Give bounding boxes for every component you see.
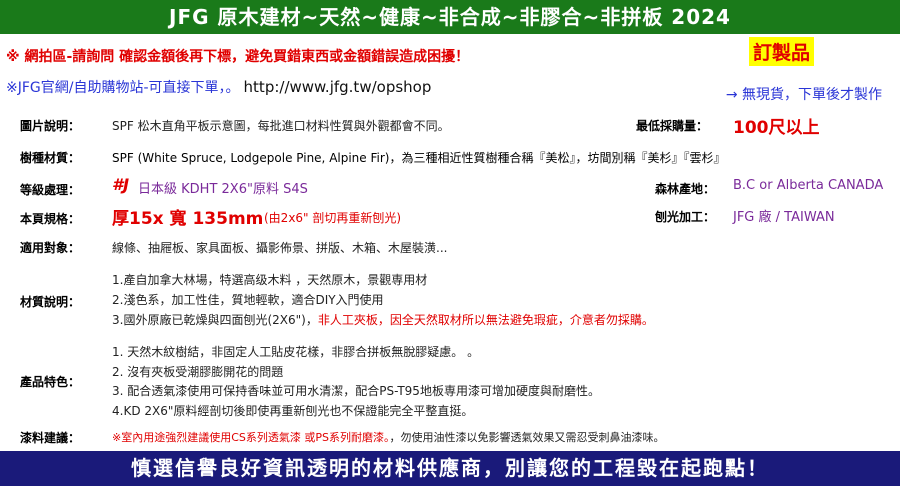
size-note: (由2x6" 剖切再重新刨光): [264, 211, 402, 225]
material-line-1: 1.產自加拿大林場，特選高级木料 ，天然原木，景觀専用材: [112, 273, 428, 287]
feature-line-4: 4.KD 2X6"原料經剖切後即使再重新刨光也不保證能完全平整直挺。: [112, 404, 474, 418]
species-value: SPF (White Spruce, Lodgepole Pine, Alpin…: [112, 151, 726, 165]
planing-value: JFG 廠 / TAIWAN: [733, 210, 835, 225]
material-line-2: 2.淺色系，加工性佳，質地輕軟，適合DIY入門使用: [112, 293, 384, 307]
notice-text: -可直接下單，。: [143, 80, 240, 96]
paint-advice: ※室內用途強烈建議使用CS系列透氣漆 或PS系列耐磨漆。，勿使用油性漆以免影響透…: [112, 429, 665, 445]
footer-slogan: 慎選信譽良好資訊透明的材料供應商，別讓您的工程毀在起跑點！: [0, 451, 900, 486]
grade-mark: #J: [112, 175, 130, 194]
grade-value: 日本級 KDHT 2X6"原料 S4S: [138, 182, 308, 197]
grade-label: 等級處理：: [20, 183, 81, 197]
feature-line-1: 1. 天然木紋樹結，非固定人工貼皮花樣，非膠合拼板無脫膠疑慮。 。: [112, 345, 480, 359]
feature-label: 產品特色：: [20, 375, 81, 389]
size-label: 本頁規格：: [20, 212, 81, 226]
notice-marker: ※: [6, 80, 18, 96]
planing-label: 刨光加工：: [655, 210, 716, 224]
material-line-3-warning: 非人工夾板，因全天然取材所以無法避免瑕疵，介意者勿採購。: [317, 313, 654, 327]
auction-notice: ※ 網拍區-請詢問 確認金額後再下標，避免買錯東西或金額錯誤造成困擾！: [6, 49, 470, 65]
feature-line-2: 2. 沒有夾板受潮膠膨開花的問題: [112, 365, 284, 379]
min-order-label: 最低採購量：: [636, 119, 709, 133]
paint-advice-red: ※室內用途強烈建議使用CS系列透氣漆 或PS系列耐磨漆。: [112, 431, 390, 444]
origin-label: 森林產地：: [655, 182, 716, 196]
official-site-notice: ※JFG官網/自助購物站-可直接下單，。 http://www.jfg.tw/op…: [6, 77, 431, 97]
paint-label: 漆料建議：: [20, 431, 81, 445]
shop-link[interactable]: JFG官網/自助購物站: [18, 80, 144, 96]
image-label: 圖片說明：: [20, 119, 81, 133]
species-label: 樹種材質：: [20, 151, 81, 165]
paint-advice-rest: ，勿使用油性漆以免影響透氣效果又需忍受刺鼻油漆味。: [389, 431, 665, 444]
custom-made-badge: 訂製品: [749, 37, 815, 66]
min-order-value: 100尺以上: [733, 118, 820, 138]
origin-value: B.C or Alberta CANADA: [733, 178, 884, 193]
material-label: 材質說明：: [20, 295, 81, 309]
use-value: 線條、抽屜板、家具面板、攝影佈景、拼版、木箱、木屋裝潢...: [112, 241, 448, 255]
material-line-3: 3.國外原廠已乾燥與四面刨光(2X6")，非人工夾板，因全天然取材所以無法避免瑕…: [112, 311, 654, 328]
page-header: JFG 原木建材~天然~健康~非合成~非膠合~非拼板 2024: [0, 0, 900, 34]
use-label: 適用對象：: [20, 241, 81, 255]
size-value: 厚15x 寬 135mm: [112, 209, 264, 229]
image-value: SPF 松木直角平板示意圖，每批進口材料性質與外觀都會不同。: [112, 119, 450, 133]
feature-line-3: 3. 配合透氣漆使用可保持香味並可用水清潔，配合PS-T95地板専用漆可增加硬度…: [112, 384, 600, 398]
shop-url-link[interactable]: http://www.jfg.tw/opshop: [244, 78, 432, 96]
no-stock-note: → 無現貨，下單後才製作: [725, 87, 882, 103]
material-line-3-text: 3.國外原廠已乾燥與四面刨光(2X6")，: [112, 313, 318, 327]
